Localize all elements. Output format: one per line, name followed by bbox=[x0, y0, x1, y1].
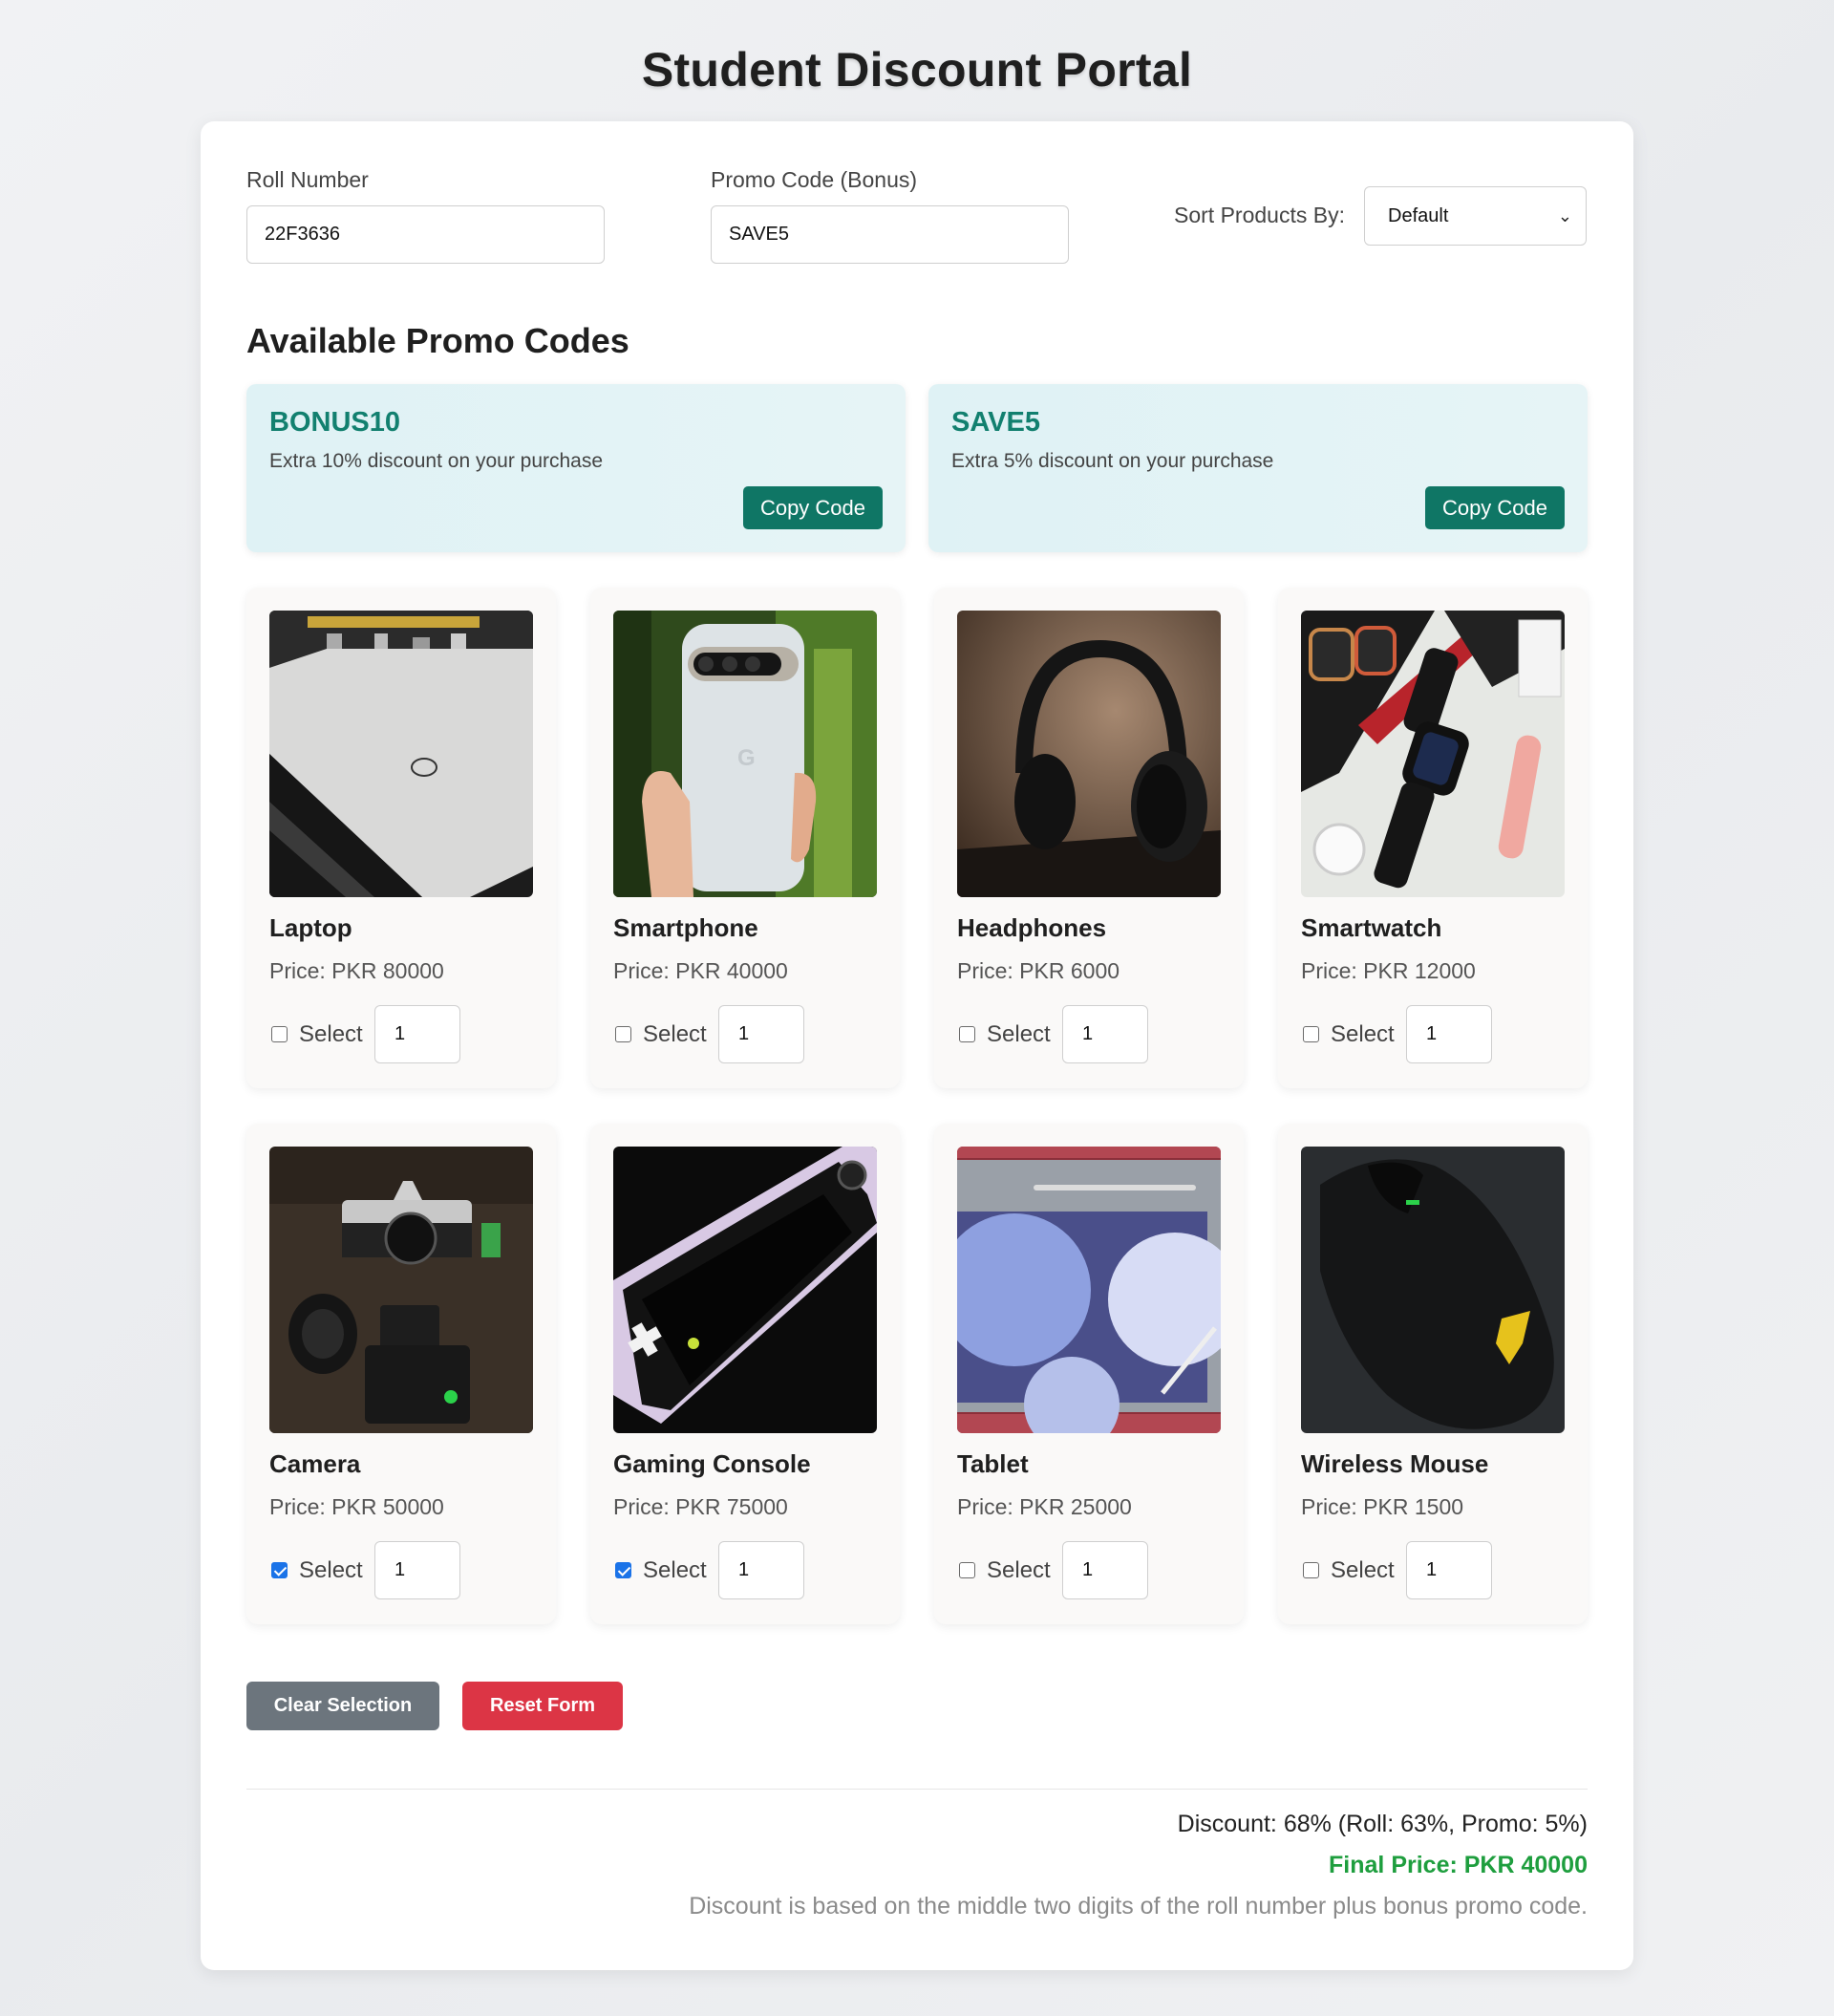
product-price: Price: PKR 6000 bbox=[957, 958, 1120, 983]
svg-text:G: G bbox=[737, 745, 756, 771]
promo-code-title: SAVE5 bbox=[951, 407, 1040, 438]
copy-code-button[interactable]: Copy Code bbox=[743, 486, 883, 529]
select-checkbox[interactable] bbox=[271, 1026, 288, 1042]
product-name: Tablet bbox=[957, 1449, 1029, 1478]
product-select-row: Select 1 bbox=[613, 1541, 877, 1599]
page-title: Student Discount Portal bbox=[641, 43, 1193, 97]
sort-select-value: Default bbox=[1388, 205, 1449, 226]
promo-code-input[interactable]: SAVE5 bbox=[711, 205, 1069, 264]
product-card: Laptop Price: PKR 80000 Select 1 bbox=[246, 588, 556, 1088]
tablet-image bbox=[957, 1147, 1221, 1433]
quantity-input[interactable]: 1 bbox=[374, 1005, 460, 1063]
product-price: Price: PKR 1500 bbox=[1301, 1494, 1464, 1519]
product-card: Smartwatch Price: PKR 12000 Select 1 bbox=[1278, 588, 1588, 1088]
camera-image bbox=[269, 1147, 533, 1433]
smartwatch-image bbox=[1301, 611, 1565, 897]
quantity-input[interactable]: 1 bbox=[718, 1005, 804, 1063]
select-label: Select bbox=[987, 1557, 1051, 1583]
promo-code-description: Extra 5% discount on your purchase bbox=[951, 450, 1274, 472]
product-price: Price: PKR 80000 bbox=[269, 958, 444, 983]
wireless-mouse-image bbox=[1301, 1147, 1565, 1433]
quantity-input[interactable]: 1 bbox=[1062, 1005, 1148, 1063]
product-card: G Smartphone Price: PKR 40000 Select 1 bbox=[590, 588, 900, 1088]
select-label: Select bbox=[643, 1557, 707, 1583]
select-checkbox[interactable] bbox=[615, 1026, 631, 1042]
product-price: Price: PKR 12000 bbox=[1301, 958, 1476, 983]
quantity-input[interactable]: 1 bbox=[1406, 1005, 1492, 1063]
product-select-row: Select 1 bbox=[957, 1541, 1221, 1599]
divider bbox=[246, 1789, 1588, 1790]
promo-code-description: Extra 10% discount on your purchase bbox=[269, 450, 604, 472]
product-select-row: Select 1 bbox=[269, 1005, 533, 1063]
product-name: Wireless Mouse bbox=[1301, 1449, 1489, 1478]
select-checkbox[interactable] bbox=[959, 1562, 975, 1578]
product-name: Camera bbox=[269, 1449, 361, 1478]
product-select-row: Select 1 bbox=[269, 1541, 533, 1599]
discount-summary: Discount: 68% (Roll: 63%, Promo: 5%) bbox=[1177, 1811, 1588, 1837]
product-card: Headphones Price: PKR 6000 Select 1 bbox=[934, 588, 1244, 1088]
sort-select[interactable]: Default ⌄ bbox=[1364, 186, 1587, 246]
product-select-row: Select 1 bbox=[957, 1005, 1221, 1063]
product-card: Camera Price: PKR 50000 Select 1 bbox=[246, 1124, 556, 1624]
quantity-input[interactable]: 1 bbox=[374, 1541, 460, 1599]
product-select-row: Select 1 bbox=[613, 1005, 877, 1063]
select-label: Select bbox=[987, 1021, 1051, 1047]
select-checkbox[interactable] bbox=[959, 1026, 975, 1042]
gaming-console-image bbox=[613, 1147, 877, 1433]
select-label: Select bbox=[299, 1021, 363, 1047]
product-name: Gaming Console bbox=[613, 1449, 811, 1478]
product-select-row: Select 1 bbox=[1301, 1541, 1565, 1599]
roll-number-label: Roll Number bbox=[246, 167, 369, 192]
product-price: Price: PKR 50000 bbox=[269, 1494, 444, 1519]
product-price: Price: PKR 40000 bbox=[613, 958, 788, 983]
product-name: Smartwatch bbox=[1301, 913, 1442, 942]
promo-card-save5: SAVE5 Extra 5% discount on your purchase… bbox=[928, 384, 1588, 552]
promo-code-label: Promo Code (Bonus) bbox=[711, 167, 918, 192]
select-label: Select bbox=[1331, 1021, 1395, 1047]
product-name: Headphones bbox=[957, 913, 1107, 942]
chevron-down-icon: ⌄ bbox=[1557, 206, 1572, 225]
product-card: Wireless Mouse Price: PKR 1500 Select 1 bbox=[1278, 1124, 1588, 1624]
reset-form-button[interactable]: Reset Form bbox=[462, 1682, 623, 1730]
smartphone-image: G bbox=[613, 611, 877, 897]
promo-codes-heading: Available Promo Codes bbox=[246, 321, 629, 360]
discount-note: Discount is based on the middle two digi… bbox=[689, 1893, 1588, 1919]
roll-number-input[interactable]: 22F3636 bbox=[246, 205, 605, 264]
select-label: Select bbox=[643, 1021, 707, 1047]
laptop-image bbox=[269, 611, 533, 897]
product-name: Smartphone bbox=[613, 913, 758, 942]
promo-code-title: BONUS10 bbox=[269, 407, 400, 438]
copy-code-button[interactable]: Copy Code bbox=[1425, 486, 1565, 529]
product-card: Gaming Console Price: PKR 75000 Select 1 bbox=[590, 1124, 900, 1624]
clear-selection-button[interactable]: Clear Selection bbox=[246, 1682, 439, 1730]
product-price: Price: PKR 75000 bbox=[613, 1494, 788, 1519]
sort-label: Sort Products By: bbox=[1174, 203, 1345, 227]
select-checkbox[interactable] bbox=[1303, 1562, 1319, 1578]
product-price: Price: PKR 25000 bbox=[957, 1494, 1132, 1519]
quantity-input[interactable]: 1 bbox=[1406, 1541, 1492, 1599]
quantity-input[interactable]: 1 bbox=[718, 1541, 804, 1599]
select-checkbox[interactable] bbox=[271, 1562, 288, 1578]
select-label: Select bbox=[299, 1557, 363, 1583]
select-checkbox[interactable] bbox=[615, 1562, 631, 1578]
product-card: Tablet Price: PKR 25000 Select 1 bbox=[934, 1124, 1244, 1624]
product-select-row: Select 1 bbox=[1301, 1005, 1565, 1063]
headphones-image bbox=[957, 611, 1221, 897]
quantity-input[interactable]: 1 bbox=[1062, 1541, 1148, 1599]
product-name: Laptop bbox=[269, 913, 352, 942]
select-label: Select bbox=[1331, 1557, 1395, 1583]
final-price: Final Price: PKR 40000 bbox=[1329, 1852, 1588, 1878]
select-checkbox[interactable] bbox=[1303, 1026, 1319, 1042]
promo-card-bonus10: BONUS10 Extra 10% discount on your purch… bbox=[246, 384, 906, 552]
